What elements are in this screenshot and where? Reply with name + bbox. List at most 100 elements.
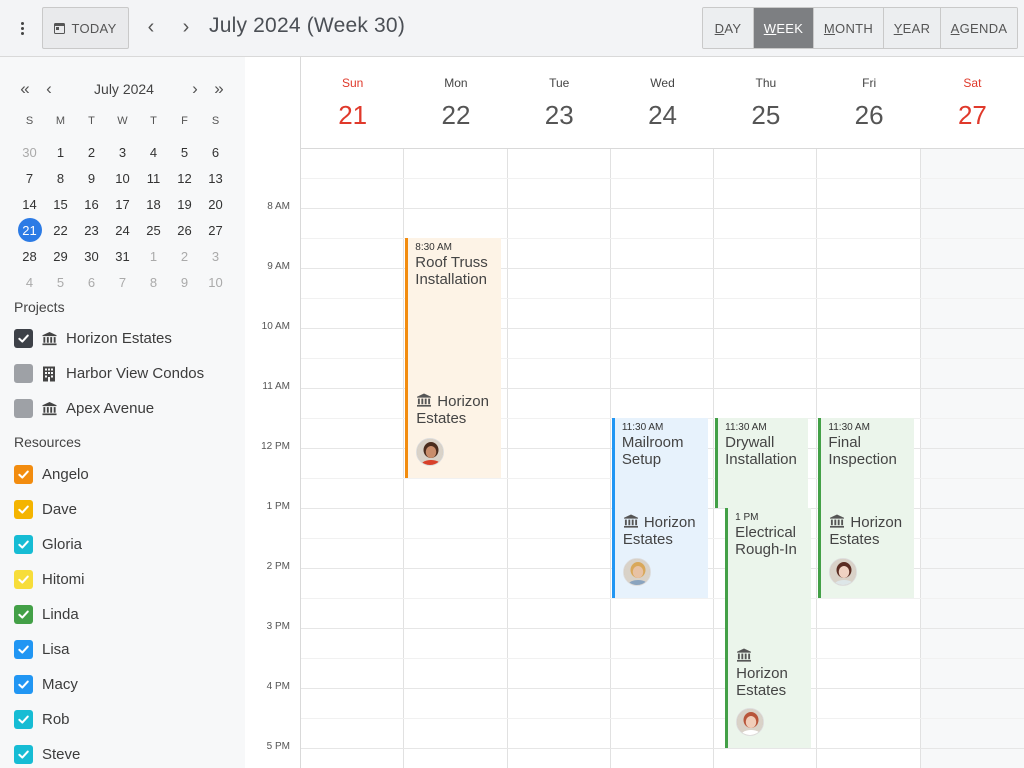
resource-filter-rob[interactable]: Rob bbox=[14, 708, 70, 730]
mini-calendar-day[interactable]: 5 bbox=[169, 139, 200, 165]
resource-filter-steve[interactable]: Steve bbox=[14, 743, 80, 765]
view-switcher: D AY W EEK M ONTH Y EAR A GENDA bbox=[702, 7, 1018, 49]
mini-calendar-day[interactable]: 6 bbox=[200, 139, 231, 165]
day-header-sun[interactable]: Sun 21 bbox=[301, 57, 404, 148]
resource-filter-linda[interactable]: Linda bbox=[14, 603, 79, 625]
mini-calendar-day[interactable]: 5 bbox=[45, 269, 76, 295]
mini-calendar-day[interactable]: 2 bbox=[76, 139, 107, 165]
mini-calendar-day[interactable]: 26 bbox=[169, 217, 200, 243]
project-filter-horizon-estates[interactable]: Horizon Estates bbox=[14, 327, 172, 349]
day-header-thu[interactable]: Thu 25 bbox=[714, 57, 817, 148]
next-month-button[interactable]: › bbox=[186, 78, 204, 100]
mini-calendar-day[interactable]: 21 bbox=[14, 217, 45, 243]
event-roof-truss-installation[interactable]: 8:30 AM Roof Truss Installation Horizon Es… bbox=[405, 238, 502, 478]
mini-calendar-day[interactable]: 15 bbox=[45, 191, 76, 217]
resource-filter-angelo[interactable]: Angelo bbox=[14, 463, 89, 485]
day-header-fri[interactable]: Fri 26 bbox=[817, 57, 920, 148]
resource-filter-macy[interactable]: Macy bbox=[14, 673, 78, 695]
view-week-button[interactable]: W EEK bbox=[754, 8, 814, 48]
day-column-sun[interactable] bbox=[301, 149, 405, 768]
resource-filter-gloria[interactable]: Gloria bbox=[14, 533, 82, 555]
event-electrical-rough-in[interactable]: 1 PM Electrical Rough-In Horizon Estates bbox=[725, 508, 812, 748]
unchecked-checkbox[interactable] bbox=[14, 398, 33, 418]
mini-calendar-day[interactable]: 6 bbox=[76, 269, 107, 295]
day-header-tue[interactable]: Tue 23 bbox=[508, 57, 611, 148]
mini-calendar-day[interactable]: 25 bbox=[138, 217, 169, 243]
event-mailroom-setup[interactable]: 11:30 AM Mailroom Setup Horizon Estates bbox=[611, 418, 708, 598]
mini-calendar-day[interactable]: 9 bbox=[169, 269, 200, 295]
mini-calendar-day[interactable]: 14 bbox=[14, 191, 45, 217]
checked-checkbox[interactable] bbox=[14, 499, 33, 519]
next-week-button[interactable]: › bbox=[175, 16, 197, 38]
mini-calendar-day[interactable]: 18 bbox=[138, 191, 169, 217]
sidebar: « ‹ July 2024 › » S M T W T F S 30 1 2 3 4 5 6 7 8 9 10 11… bbox=[0, 57, 245, 768]
previous-year-button[interactable]: « bbox=[16, 78, 34, 100]
mini-calendar-day[interactable]: 3 bbox=[107, 139, 138, 165]
mini-calendar-day[interactable]: 17 bbox=[107, 191, 138, 217]
day-header-sat[interactable]: Sat 27 bbox=[921, 57, 1024, 148]
day-header-mon[interactable]: Mon 22 bbox=[404, 57, 507, 148]
checked-checkbox[interactable] bbox=[14, 604, 33, 624]
calendar-icon bbox=[54, 22, 66, 34]
mini-calendar-day[interactable]: 2 bbox=[169, 243, 200, 269]
mini-calendar-day[interactable]: 10 bbox=[107, 165, 138, 191]
view-agenda-button[interactable]: A GENDA bbox=[941, 8, 1017, 48]
view-month-button[interactable]: M ONTH bbox=[814, 8, 884, 48]
checked-checkbox[interactable] bbox=[14, 709, 33, 729]
resource-filter-hitomi[interactable]: Hitomi bbox=[14, 568, 85, 590]
mini-calendar-day[interactable]: 30 bbox=[76, 243, 107, 269]
mini-calendar-day[interactable]: 3 bbox=[200, 243, 231, 269]
mini-calendar-day[interactable]: 29 bbox=[45, 243, 76, 269]
view-year-button[interactable]: Y EAR bbox=[884, 8, 941, 48]
mini-calendar-day[interactable]: 11 bbox=[138, 165, 169, 191]
mini-calendar-day[interactable]: 4 bbox=[14, 269, 45, 295]
checked-checkbox[interactable] bbox=[14, 534, 33, 554]
mini-calendar-day[interactable]: 1 bbox=[45, 139, 76, 165]
mini-calendar-day[interactable]: 1 bbox=[138, 243, 169, 269]
mini-calendar-day[interactable]: 8 bbox=[45, 165, 76, 191]
mini-calendar-day[interactable]: 30 bbox=[14, 139, 45, 165]
resource-filter-lisa[interactable]: Lisa bbox=[14, 638, 70, 660]
project-filter-harbor-view-condos[interactable]: Harbor View Condos bbox=[14, 362, 204, 384]
mini-calendar-day-number: 9 bbox=[180, 274, 189, 290]
mini-calendar-day[interactable]: 24 bbox=[107, 217, 138, 243]
previous-month-button[interactable]: ‹ bbox=[40, 78, 58, 100]
checked-checkbox[interactable] bbox=[14, 744, 33, 764]
unchecked-checkbox[interactable] bbox=[14, 363, 33, 383]
mini-calendar-day[interactable]: 16 bbox=[76, 191, 107, 217]
mini-calendar-grid: S M T W T F S 30 1 2 3 4 5 6 7 8 9 10 11 12 13 14 15 16 17 18 19 20… bbox=[14, 113, 231, 295]
project-filter-apex-avenue[interactable]: Apex Avenue bbox=[14, 397, 154, 419]
day-number: 23 bbox=[544, 100, 574, 130]
mini-calendar-day[interactable]: 23 bbox=[76, 217, 107, 243]
mini-calendar-day[interactable]: 10 bbox=[200, 269, 231, 295]
mini-calendar-day[interactable]: 12 bbox=[169, 165, 200, 191]
checked-checkbox[interactable] bbox=[14, 328, 33, 348]
day-column-sat[interactable] bbox=[920, 149, 1024, 768]
mini-calendar-day[interactable]: 31 bbox=[107, 243, 138, 269]
event-drywall-installation[interactable]: 11:30 AM Drywall Installation bbox=[715, 418, 809, 508]
previous-week-button[interactable]: ‹ bbox=[140, 16, 162, 38]
mini-calendar-day[interactable]: 13 bbox=[200, 165, 231, 191]
mini-calendar-day[interactable]: 9 bbox=[76, 165, 107, 191]
day-header-wed[interactable]: Wed 24 bbox=[611, 57, 714, 148]
next-year-button[interactable]: » bbox=[210, 78, 228, 100]
checked-checkbox[interactable] bbox=[14, 464, 33, 484]
mini-calendar-day[interactable]: 28 bbox=[14, 243, 45, 269]
checked-checkbox[interactable] bbox=[14, 639, 33, 659]
checked-checkbox[interactable] bbox=[14, 674, 33, 694]
today-button[interactable]: TODAY bbox=[42, 7, 129, 49]
mini-calendar-day[interactable]: 27 bbox=[200, 217, 231, 243]
day-column-tue[interactable] bbox=[508, 149, 611, 768]
mini-calendar-day[interactable]: 8 bbox=[138, 269, 169, 295]
more-options-icon[interactable] bbox=[12, 18, 32, 38]
event-final-inspection[interactable]: 11:30 AM Final Inspection Horizon Estates bbox=[818, 418, 915, 598]
mini-calendar-day[interactable]: 20 bbox=[200, 191, 231, 217]
mini-calendar-day[interactable]: 7 bbox=[14, 165, 45, 191]
resource-filter-dave[interactable]: Dave bbox=[14, 498, 77, 520]
view-day-button[interactable]: D AY bbox=[703, 8, 754, 48]
mini-calendar-day[interactable]: 19 bbox=[169, 191, 200, 217]
mini-calendar-day[interactable]: 22 bbox=[45, 217, 76, 243]
mini-calendar-day[interactable]: 7 bbox=[107, 269, 138, 295]
mini-calendar-day[interactable]: 4 bbox=[138, 139, 169, 165]
checked-checkbox[interactable] bbox=[14, 569, 33, 589]
